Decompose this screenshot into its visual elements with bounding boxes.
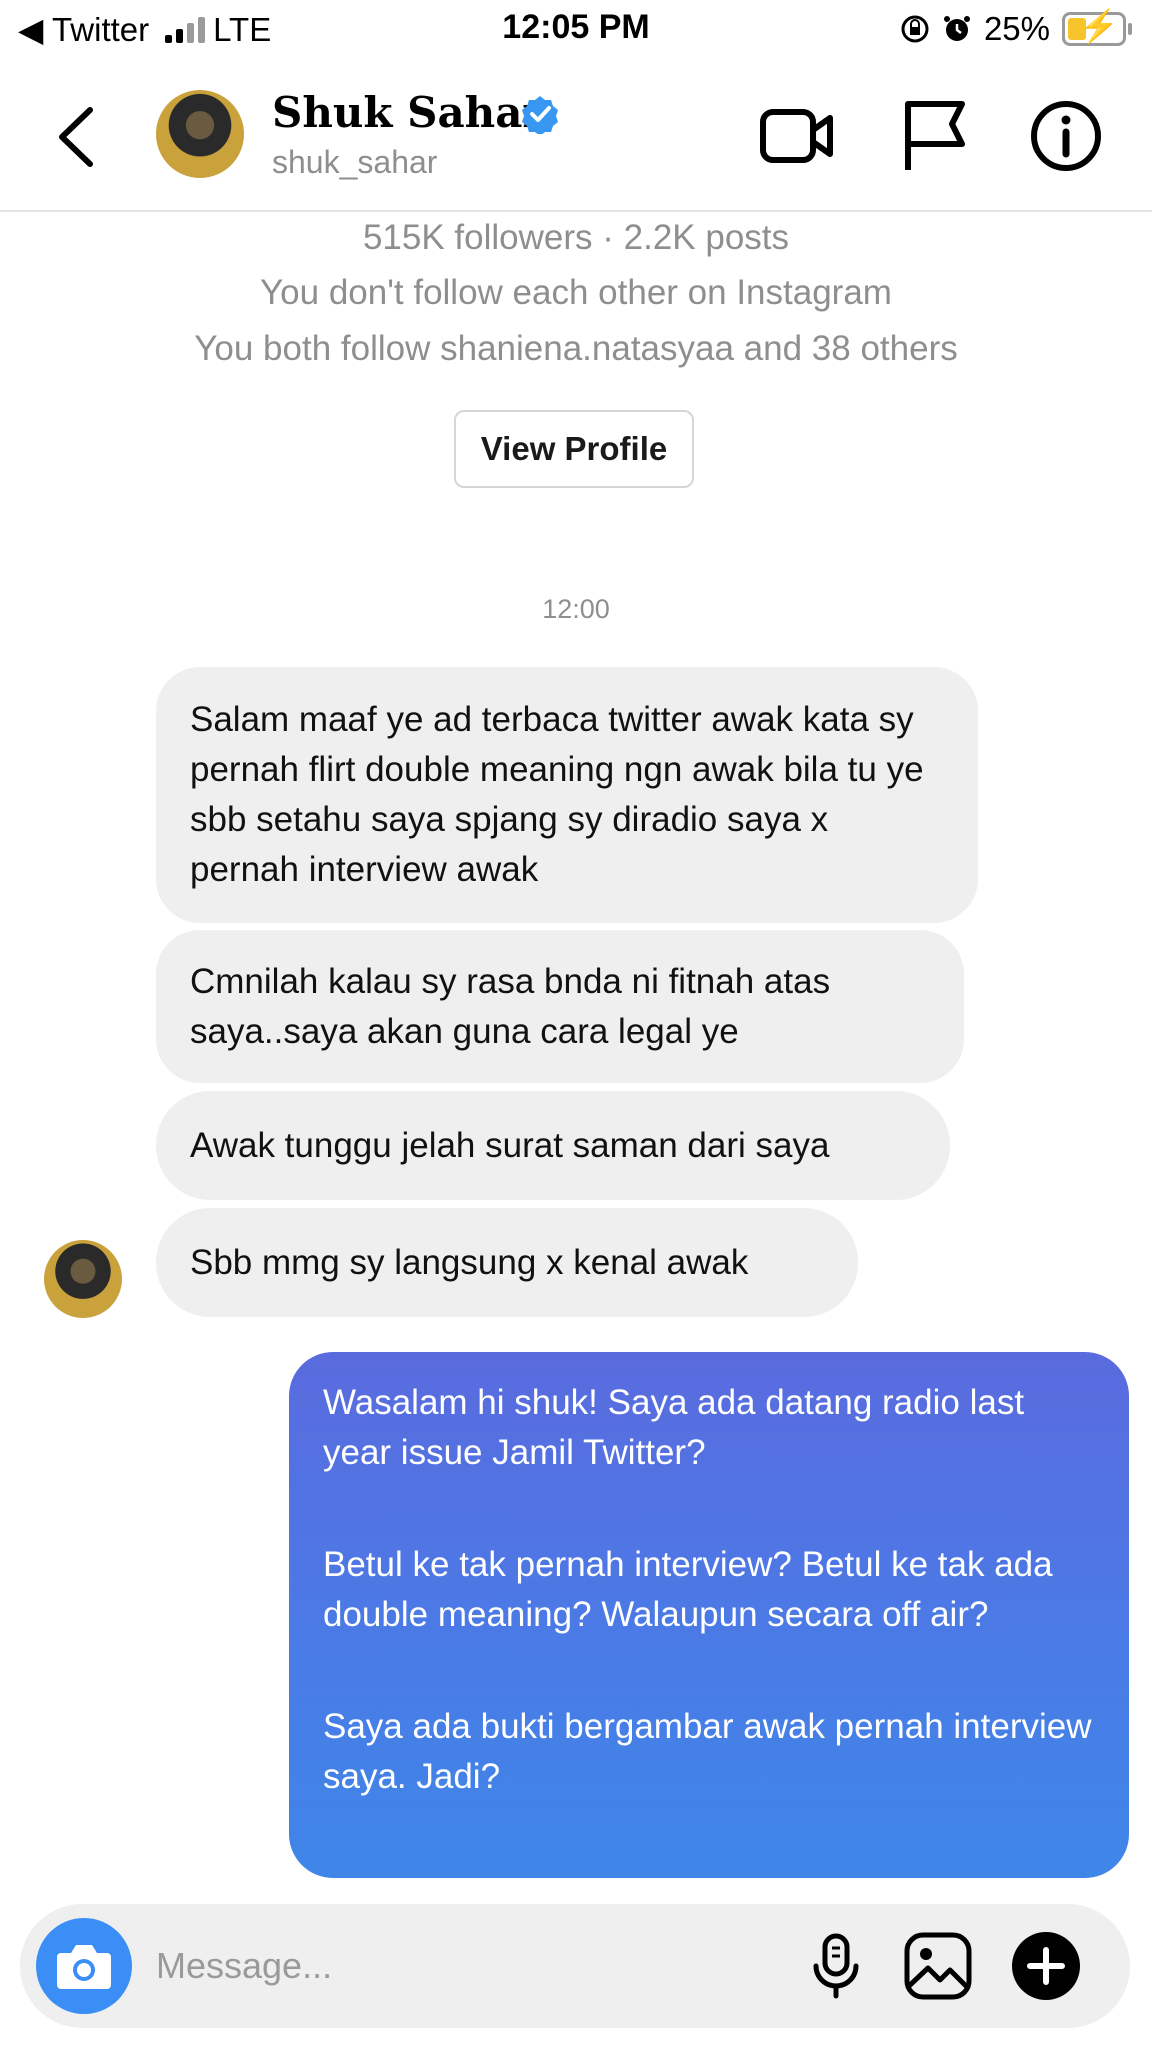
report-flag-icon[interactable] bbox=[896, 98, 972, 174]
incoming-message[interactable]: Salam maaf ye ad terbaca twitter awak ka… bbox=[156, 667, 978, 923]
status-right: 25% ⚡ bbox=[900, 9, 1132, 48]
incoming-message[interactable]: Cmnilah kalau sy rasa bnda ni fitnah ata… bbox=[156, 930, 964, 1083]
gallery-icon[interactable] bbox=[902, 1930, 974, 2002]
sender-avatar[interactable] bbox=[44, 1240, 122, 1318]
incoming-message[interactable]: Sbb mmg sy langsung x kenal awak bbox=[156, 1208, 858, 1317]
message-composer bbox=[20, 1904, 1130, 2028]
message-text: Sbb mmg sy langsung x kenal awak bbox=[190, 1242, 749, 1282]
message-paragraph: Betul ke tak pernah interview? Betul ke … bbox=[323, 1545, 1053, 1634]
message-text: Awak tunggu jelah surat saman dari saya bbox=[190, 1125, 830, 1165]
microphone-icon[interactable] bbox=[800, 1930, 872, 2002]
alarm-icon bbox=[943, 16, 970, 41]
profile-stats: 515K followers · 2.2K posts bbox=[362, 218, 790, 257]
follow-status: You don't follow each other on Instagram bbox=[260, 273, 892, 312]
message-paragraph: Saya ada bukti bergambar awak pernah int… bbox=[323, 1707, 1092, 1796]
orientation-lock-icon bbox=[901, 15, 929, 43]
message-input[interactable] bbox=[156, 1938, 756, 1994]
camera-button[interactable] bbox=[36, 1918, 132, 2014]
mutual-followers: You both follow shaniena.natasyaa and 38… bbox=[194, 329, 958, 368]
message-timestamp: 12:00 bbox=[542, 594, 610, 624]
message-text: Cmnilah kalau sy rasa bnda ni fitnah ata… bbox=[190, 961, 831, 1051]
message-paragraph: Wasalam hi shuk! Saya ada datang radio l… bbox=[323, 1383, 1025, 1472]
view-profile-button[interactable]: View Profile bbox=[454, 410, 694, 488]
verified-badge-icon bbox=[522, 96, 558, 134]
battery-percent: 25% bbox=[983, 10, 1050, 47]
contact-name[interactable]: Shuk Sahar bbox=[272, 88, 545, 137]
video-call-icon[interactable] bbox=[758, 98, 834, 174]
plus-icon[interactable] bbox=[1010, 1930, 1082, 2002]
avatar[interactable] bbox=[156, 90, 244, 178]
contact-username: shuk_sahar bbox=[272, 144, 438, 180]
camera-icon bbox=[57, 1945, 111, 1989]
incoming-message[interactable]: Awak tunggu jelah surat saman dari saya bbox=[156, 1091, 950, 1200]
battery-icon: ⚡ bbox=[1062, 9, 1132, 46]
message-text: Salam maaf ye ad terbaca twitter awak ka… bbox=[190, 700, 924, 889]
info-icon[interactable] bbox=[1028, 98, 1104, 174]
outgoing-message[interactable]: Wasalam hi shuk! Saya ada datang radio l… bbox=[289, 1352, 1129, 1878]
status-bar: ◀ Twitter LTE 12:05 PM 25% ⚡ bbox=[0, 0, 1152, 58]
chat-header: Shuk Sahar shuk_sahar bbox=[0, 62, 1152, 212]
back-chevron-icon[interactable] bbox=[52, 102, 102, 172]
